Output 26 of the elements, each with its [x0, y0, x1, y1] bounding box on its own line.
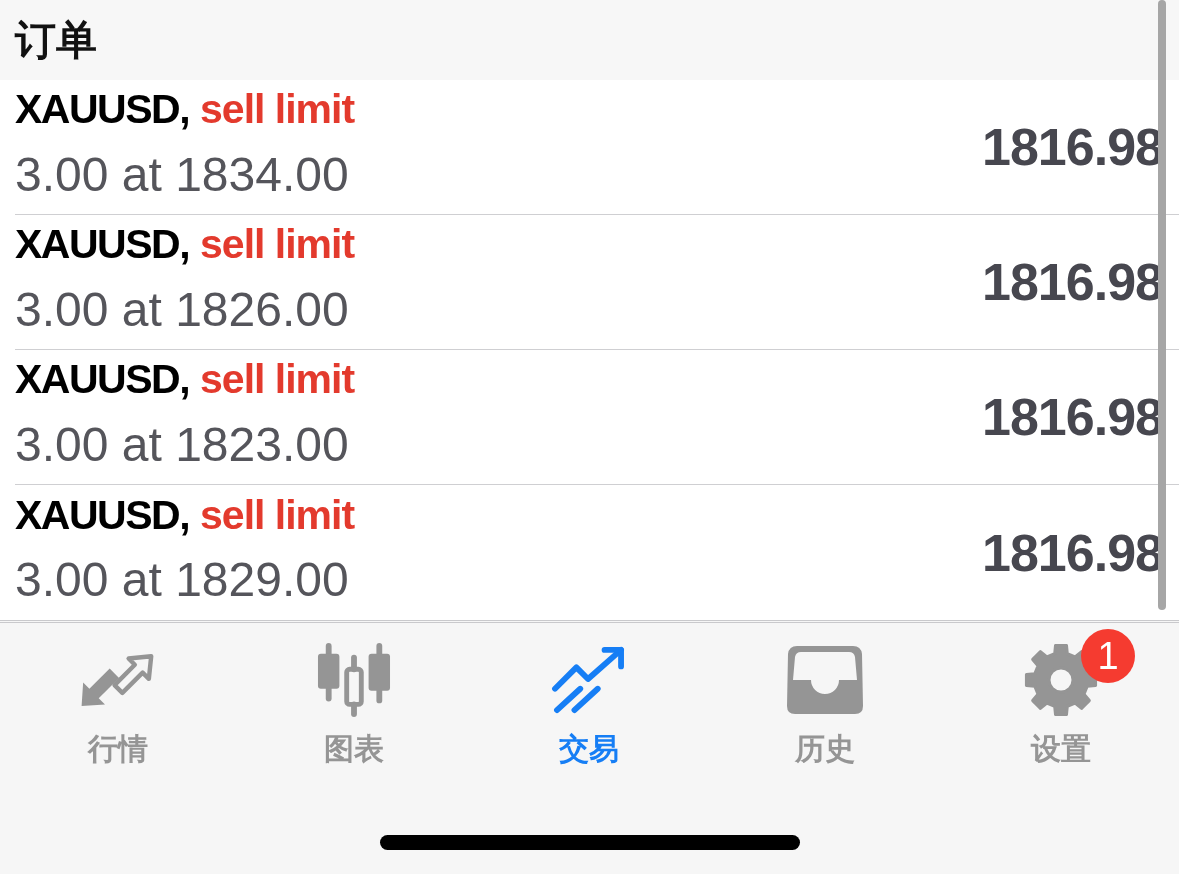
order-price: 1816.98	[982, 252, 1163, 312]
order-price: 1816.98	[982, 117, 1163, 177]
order-price: 1816.98	[982, 387, 1163, 447]
settings-icon	[1023, 642, 1100, 718]
order-price: 1816.98	[982, 522, 1163, 583]
order-details: 3.00 at 1834.00	[15, 148, 350, 201]
diagonal-arrows-icon	[80, 652, 156, 708]
order-details: 3.00 at 1826.00	[15, 283, 350, 336]
order-type: sell limit	[200, 356, 355, 403]
tab-bar-item[interactable]: 行情	[0, 641, 236, 767]
order-symbol: XAUUSD,	[15, 491, 190, 539]
order-symbol: XAUUSD,	[15, 221, 190, 268]
order-symbol: XAUUSD,	[15, 356, 190, 403]
section-title: 订单	[15, 15, 97, 65]
order-type: sell limit	[200, 86, 355, 133]
tab-bar-item[interactable]: 历史	[707, 641, 944, 767]
tab-bar-item[interactable]: 图表	[235, 641, 472, 767]
notification-badge: 1	[1081, 629, 1136, 683]
order-details: 3.00 at 1829.00	[15, 554, 350, 606]
inbox-tray-icon	[787, 646, 864, 714]
tab-bar-item[interactable]: 交易	[471, 641, 708, 767]
order-type: sell limit	[200, 491, 355, 539]
order-type: sell limit	[200, 221, 355, 268]
candlestick-icon	[316, 642, 391, 718]
order-symbol: XAUUSD,	[15, 86, 190, 133]
order-details: 3.00 at 1823.00	[15, 418, 350, 471]
